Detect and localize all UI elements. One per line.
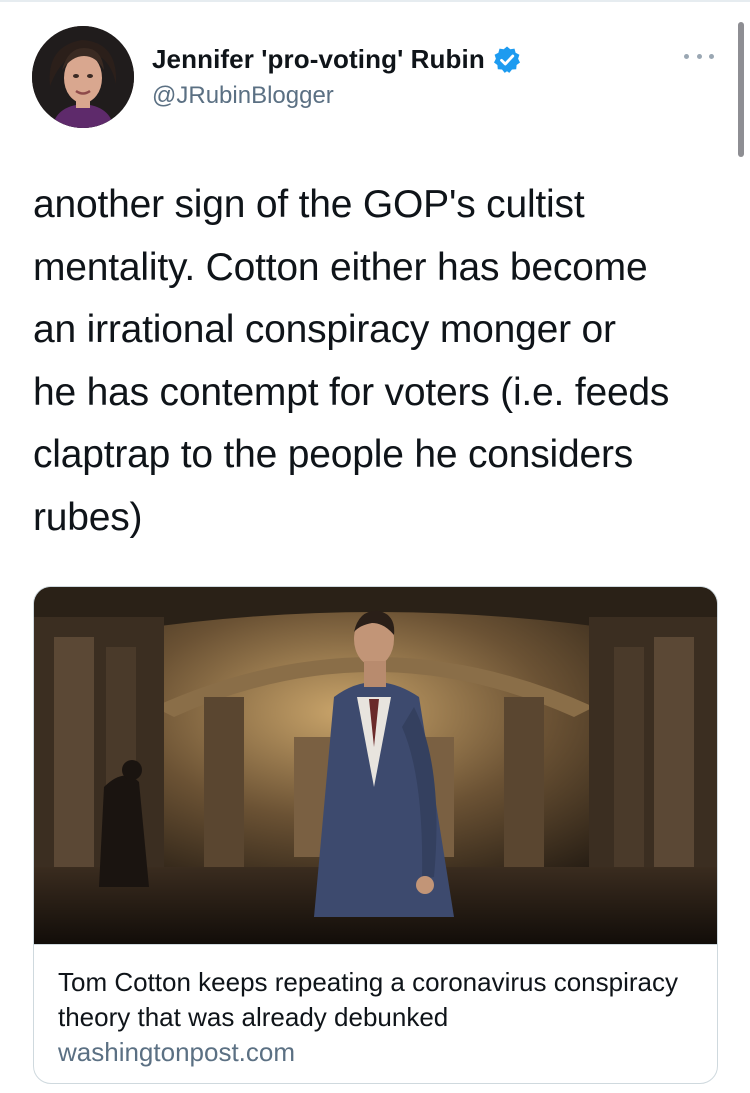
scrollbar[interactable] xyxy=(738,22,744,157)
author-display-name[interactable]: Jennifer 'pro-voting' Rubin xyxy=(152,44,485,75)
more-options-icon[interactable] xyxy=(684,46,714,66)
more-dot xyxy=(684,53,689,59)
link-card-title[interactable]: Tom Cotton keeps repeating a coronavirus… xyxy=(58,965,708,1035)
author-avatar[interactable] xyxy=(32,26,134,128)
tweet-text: another sign of the GOP's cultist mental… xyxy=(33,183,670,539)
author-name-row[interactable]: Jennifer 'pro-voting' Rubin xyxy=(152,44,522,75)
more-dot xyxy=(709,53,714,59)
author-handle[interactable]: @JRubinBlogger xyxy=(152,82,334,110)
link-card[interactable]: Tom Cotton keeps repeating a coronavirus… xyxy=(33,586,718,1084)
link-card-image[interactable] xyxy=(34,587,717,944)
avatar-photo xyxy=(32,26,134,128)
top-divider xyxy=(0,0,750,2)
link-card-domain[interactable]: washingtonpost.com xyxy=(58,1037,295,1068)
more-dot xyxy=(696,53,702,59)
card-divider xyxy=(34,944,717,945)
verified-badge-icon xyxy=(492,45,522,75)
